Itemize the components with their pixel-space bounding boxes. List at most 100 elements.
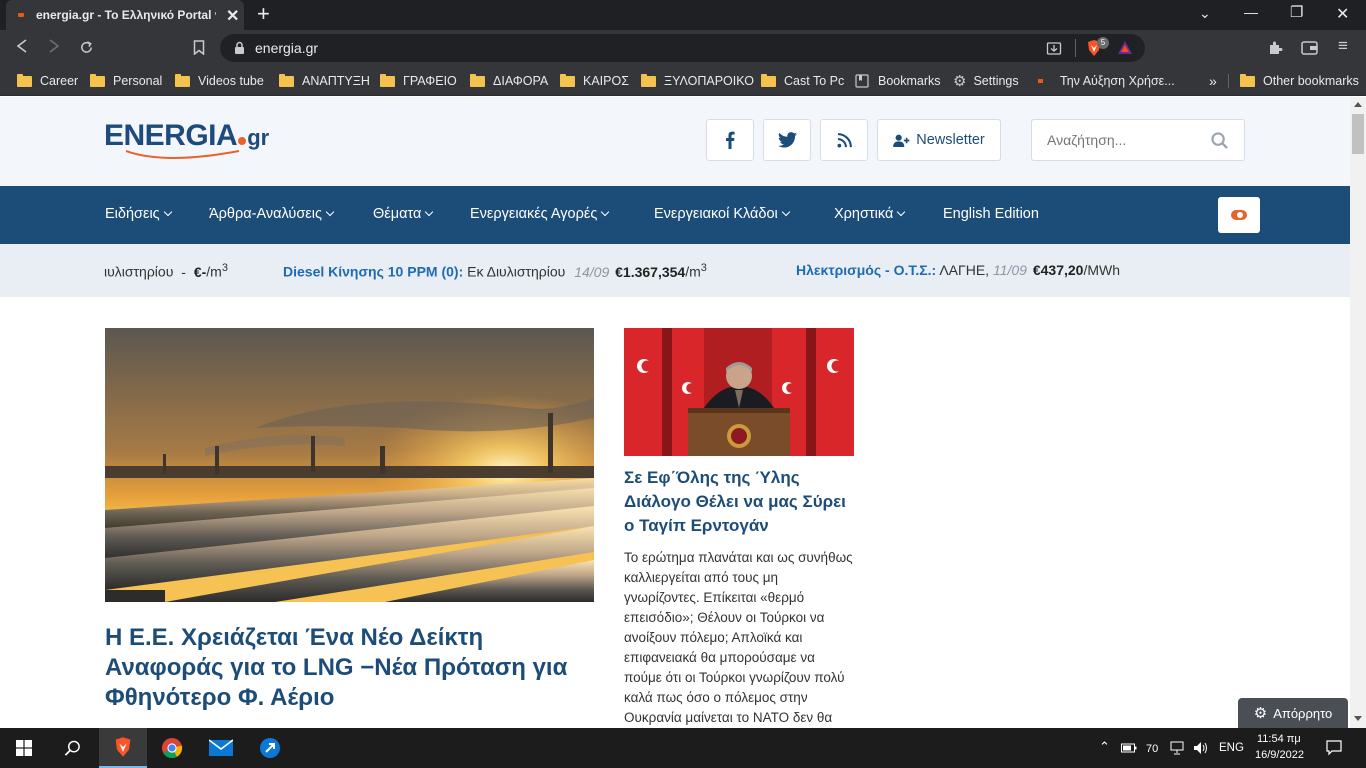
bookmark-other[interactable]: Other bookmarks (1240, 72, 1359, 90)
newsletter-label: Newsletter (916, 132, 985, 148)
side-article-image[interactable] (624, 328, 854, 456)
start-button[interactable] (0, 728, 48, 768)
bookmark-label: ΓΡΑΦΕΙΟ (403, 74, 457, 88)
nav-item-energy-markets[interactable]: Ενεργειακές Αγορές (470, 206, 610, 222)
browser-tab-strip: energia.gr - Το Ελληνικό Portal για ✕ + … (0, 0, 1366, 30)
menu-icon[interactable]: ≡ (1338, 36, 1348, 56)
gear-icon: ⚙ (1253, 705, 1268, 722)
clock-time[interactable]: 11:54 πμ (1257, 733, 1301, 745)
scrollbar-thumb[interactable] (1352, 114, 1364, 154)
language-indicator[interactable]: ENG (1219, 742, 1244, 754)
side-article-title[interactable]: Σε Εφ΄Όλης της Ύλης Διάλογο Θέλει να μας… (624, 466, 854, 538)
tab-search-icon[interactable]: ⌄ (1199, 5, 1211, 22)
forward-icon[interactable] (48, 39, 60, 53)
ticker-unit: /m (206, 263, 222, 280)
bookmark-career[interactable]: Career (17, 72, 78, 90)
page-scrollbar[interactable] (1350, 97, 1366, 728)
battery-icon[interactable] (1121, 742, 1137, 754)
install-app-icon[interactable] (1046, 40, 1062, 56)
wallet-icon[interactable] (1301, 41, 1318, 55)
nav-item-topics[interactable]: Θέματα (373, 206, 434, 222)
ticker-source: ΛΑΓΗΕ, (939, 262, 990, 278)
folder-icon (560, 73, 575, 87)
folder-icon (17, 73, 32, 87)
bookmark-label: Personal (113, 74, 163, 88)
bookmark-settings[interactable]: ⚙ Settings (953, 72, 1019, 90)
search-icon[interactable] (1211, 132, 1228, 149)
nav-item-articles[interactable]: Άρθρα-Αναλύσεις (209, 206, 335, 222)
ticker-item[interactable]: ιυλιστηρίου - €-/m3 (104, 262, 228, 280)
address-bar[interactable]: energia.gr 5 (220, 34, 1145, 62)
bookmark-kairos[interactable]: ΚΑΙΡΟΣ (560, 72, 629, 90)
network-icon[interactable] (1170, 741, 1186, 755)
scroll-down-icon[interactable] (1354, 716, 1362, 721)
more-bookmarks-icon[interactable]: » (1209, 72, 1217, 90)
hero-article-title[interactable]: Η Ε.Ε. Χρειάζεται Ένα Νέο Δείκτη Αναφορά… (105, 623, 600, 713)
nav-item-english-edition[interactable]: English Edition (943, 206, 1039, 222)
ticker-unit-sup: 3 (221, 262, 228, 274)
minimize-icon[interactable]: — (1244, 4, 1258, 20)
privacy-button[interactable]: ⚙ Απόρρητο (1238, 698, 1348, 728)
nav-item-energy-sectors[interactable]: Ενεργειακοί Κλάδοι (654, 206, 791, 222)
nav-item-news[interactable]: Ειδήσεις (105, 206, 172, 222)
show-hidden-icons-icon[interactable]: ⌃ (1099, 739, 1110, 755)
brave-icon (115, 737, 131, 757)
site-logo[interactable]: ENERGIA gr (104, 119, 269, 163)
scroll-up-icon[interactable] (1354, 102, 1362, 107)
clock-date[interactable]: 16/9/2022 (1255, 749, 1304, 761)
webpage: ENERGIA gr Newsletter Ειδήσεις Άρθρα-Αναλ… (0, 97, 1350, 728)
side-article-excerpt: Το ερώτημα πλανάται και ως συνήθως καλλι… (624, 550, 853, 725)
bookmarks-manager-icon (855, 74, 869, 88)
bookmark-cast-to-pc[interactable]: Cast To Pc (761, 72, 844, 90)
chevron-down-icon (163, 207, 172, 217)
mail-icon (209, 739, 233, 756)
windows-icon (16, 740, 32, 756)
bookmark-page-icon[interactable] (193, 40, 205, 55)
browser-tab[interactable]: energia.gr - Το Ελληνικό Portal για ✕ (6, 0, 244, 30)
taskbar-search-button[interactable] (48, 728, 96, 768)
facebook-button[interactable] (706, 119, 754, 161)
ticker-name: Ηλεκτρισμός - Ο.Τ.Σ.: (796, 262, 937, 278)
bookmark-label: Bookmarks (878, 74, 941, 88)
folder-icon (175, 73, 190, 87)
back-icon[interactable] (16, 39, 28, 53)
close-window-icon[interactable]: ✕ (1336, 4, 1349, 24)
ticker-item[interactable]: Diesel Κίνησης 10 PPM (0): Εκ Διυλιστηρί… (283, 262, 707, 280)
taskbar-app[interactable] (246, 728, 294, 768)
ticker-item[interactable]: Ηλεκτρισμός - Ο.Τ.Σ.: ΛΑΓΗΕ, 11/09 €437,… (796, 262, 1120, 278)
newsletter-button[interactable]: Newsletter (877, 119, 1001, 161)
url-text: energia.gr (255, 40, 319, 56)
search-icon (64, 740, 80, 756)
notifications-icon[interactable] (1326, 740, 1342, 756)
bookmark-xyloparoiko[interactable]: ΞΥΛΟΠΑΡΟΙΚΟ (641, 72, 754, 90)
bookmark-bookmarks[interactable]: Bookmarks (855, 72, 941, 90)
nav-item-utilities[interactable]: Χρηστικά (834, 206, 906, 222)
bookmark-label: ΔΙΑΦΟΡΑ (493, 74, 549, 88)
folder-icon (641, 73, 656, 87)
taskbar-chrome[interactable] (148, 728, 196, 768)
new-tab-button[interactable]: + (257, 2, 270, 26)
twitter-button[interactable] (763, 119, 811, 161)
taskbar-brave[interactable] (99, 728, 147, 768)
bookmark-diafora[interactable]: ΔΙΑΦΟΡΑ (470, 72, 548, 90)
bookmark-anaptyxi[interactable]: ΑΝΑΠΤΥΞΗ (279, 72, 370, 90)
rss-button[interactable] (820, 119, 868, 161)
maximize-icon[interactable]: ❐ (1290, 3, 1303, 21)
volume-icon[interactable] (1193, 741, 1209, 755)
reload-icon[interactable] (79, 40, 94, 55)
toggle-knob (1237, 212, 1243, 218)
bookmark-videos-tube[interactable]: Videos tube (175, 72, 264, 90)
hero-article-image[interactable] (105, 328, 594, 602)
taskbar-mail[interactable] (197, 728, 245, 768)
ticker-name: Diesel Κίνησης 10 PPM (0): (283, 263, 464, 280)
bookmark-page[interactable]: Την Αύξηση Χρήσε... (1038, 72, 1175, 90)
bookmark-personal[interactable]: Personal (90, 72, 162, 90)
extensions-icon[interactable] (1267, 40, 1283, 56)
dark-mode-toggle[interactable] (1218, 197, 1260, 233)
chevron-down-icon (781, 207, 791, 217)
favicon-icon (18, 13, 24, 17)
brave-rewards-icon[interactable] (1117, 40, 1133, 56)
nav-label: Χρηστικά (834, 206, 894, 222)
close-tab-icon[interactable]: ✕ (226, 6, 239, 26)
bookmark-grafeio[interactable]: ΓΡΑΦΕΙΟ (380, 72, 457, 90)
